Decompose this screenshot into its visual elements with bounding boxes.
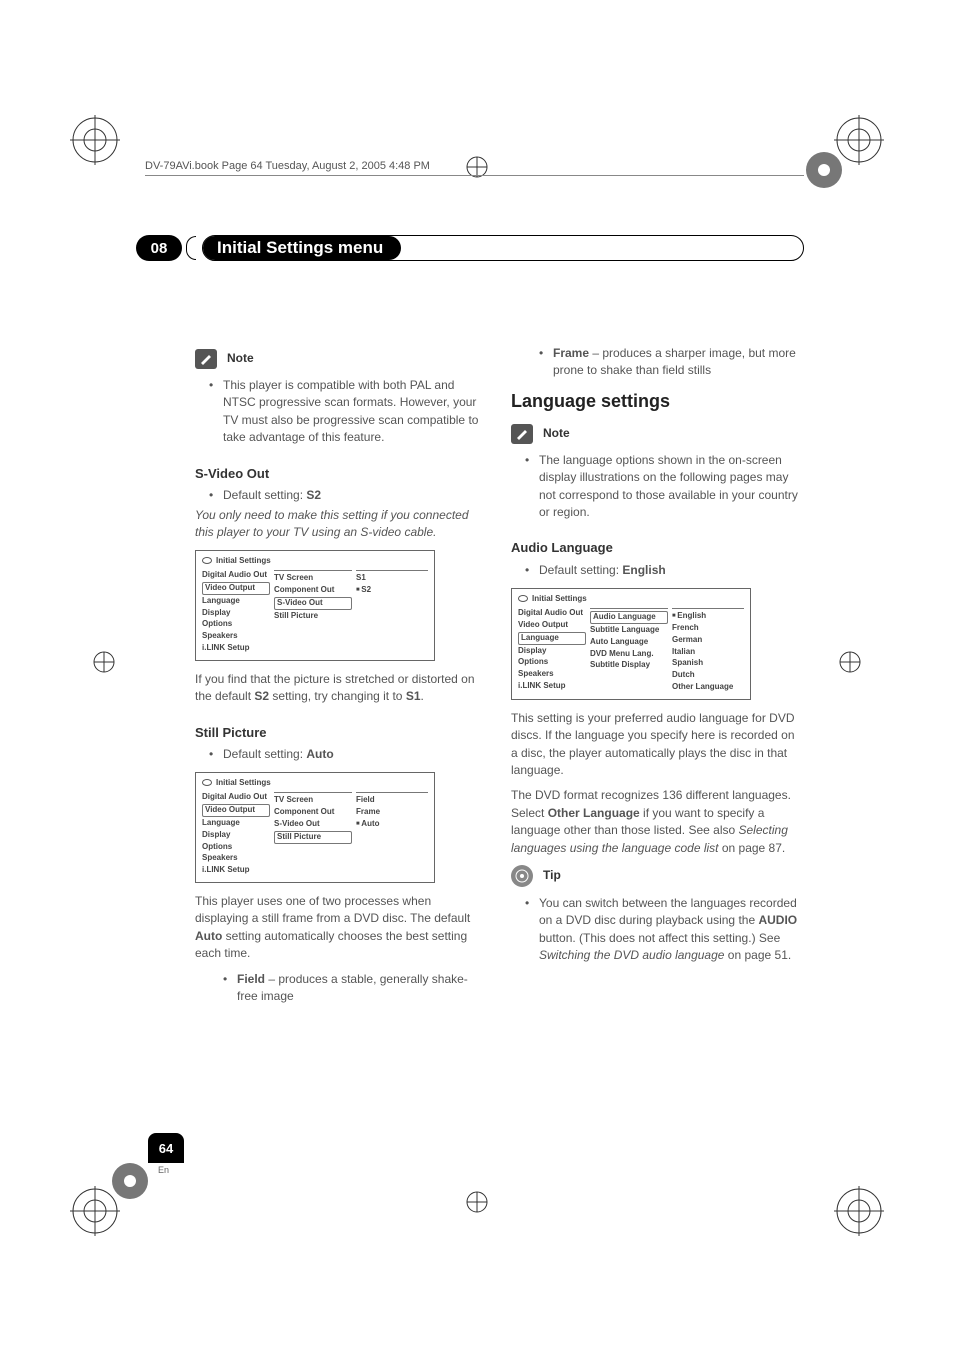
page-header: DV-79AVi.book Page 64 Tuesday, August 2,… [145, 160, 804, 176]
audio-p1: This setting is your preferred audio lan… [511, 710, 801, 780]
menu-screenshot-svideo: Initial SettingsDigital Audio OutVideo O… [195, 550, 435, 661]
default-value: S2 [306, 488, 321, 502]
note-label: Note [543, 425, 570, 442]
default-label: Default setting: [223, 488, 306, 502]
lang-note: The language options shown in the on-scr… [539, 452, 801, 522]
right-column: •Frame – produces a sharper image, but m… [511, 345, 801, 1007]
menu-screenshot-still: Initial SettingsDigital Audio OutVideo O… [195, 772, 435, 883]
edge-mark-right [838, 650, 862, 679]
rosette-icon [110, 1161, 150, 1201]
note-label: Note [227, 350, 254, 367]
still-heading: Still Picture [195, 724, 485, 743]
edge-mark-bottom [465, 1190, 489, 1219]
svideo-heading: S-Video Out [195, 465, 485, 484]
chapter-title: Initial Settings menu [203, 236, 401, 260]
edge-mark-left [92, 650, 116, 679]
svideo-note: You only need to make this setting if yo… [195, 507, 485, 542]
print-mark-tl [70, 115, 120, 165]
menu-screenshot-audio: Initial SettingsDigital Audio OutVideo O… [511, 588, 751, 700]
note-icon [511, 424, 533, 444]
page-language: En [158, 1165, 169, 1175]
note-text: This player is compatible with both PAL … [223, 377, 485, 447]
page-number: 64 [148, 1133, 184, 1163]
chapter-bar: 08 Initial Settings menu [88, 234, 804, 262]
tip-label: Tip [543, 867, 561, 884]
audio-lang-heading: Audio Language [511, 539, 801, 558]
language-settings-heading: Language settings [511, 388, 801, 414]
print-mark-br [834, 1186, 884, 1236]
rosette-icon [804, 150, 844, 190]
note-icon [195, 349, 217, 369]
chapter-number: 08 [136, 235, 182, 261]
tip-icon [511, 865, 533, 887]
header-text: DV-79AVi.book Page 64 Tuesday, August 2,… [145, 160, 430, 172]
left-column: Note •This player is compatible with bot… [195, 345, 485, 1007]
